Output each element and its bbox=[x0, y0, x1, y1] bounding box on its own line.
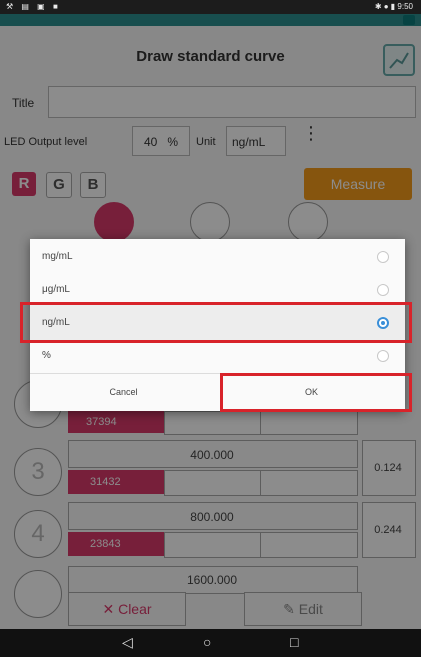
highlight-box bbox=[220, 373, 412, 412]
radio-icon[interactable] bbox=[377, 284, 389, 296]
radio-icon[interactable] bbox=[377, 251, 389, 263]
unit-option-mg-ml[interactable]: mg/mL bbox=[30, 239, 405, 275]
radio-icon[interactable] bbox=[377, 350, 389, 362]
status-bar: ⚒ ▤ ▣ ■ ✱ ● ▮ 9:50 bbox=[0, 0, 421, 14]
highlight-box bbox=[20, 302, 412, 343]
status-icons-left: ⚒ ▤ ▣ ■ bbox=[6, 2, 61, 11]
status-icons-right: ✱ ● ▮ 9:50 bbox=[374, 2, 413, 11]
home-icon[interactable]: ○ bbox=[203, 634, 211, 650]
cancel-button[interactable]: Cancel bbox=[30, 374, 217, 410]
back-icon[interactable]: ◁ bbox=[122, 634, 133, 651]
unit-option-percent[interactable]: % bbox=[30, 338, 405, 374]
recents-icon[interactable]: □ bbox=[290, 634, 298, 650]
